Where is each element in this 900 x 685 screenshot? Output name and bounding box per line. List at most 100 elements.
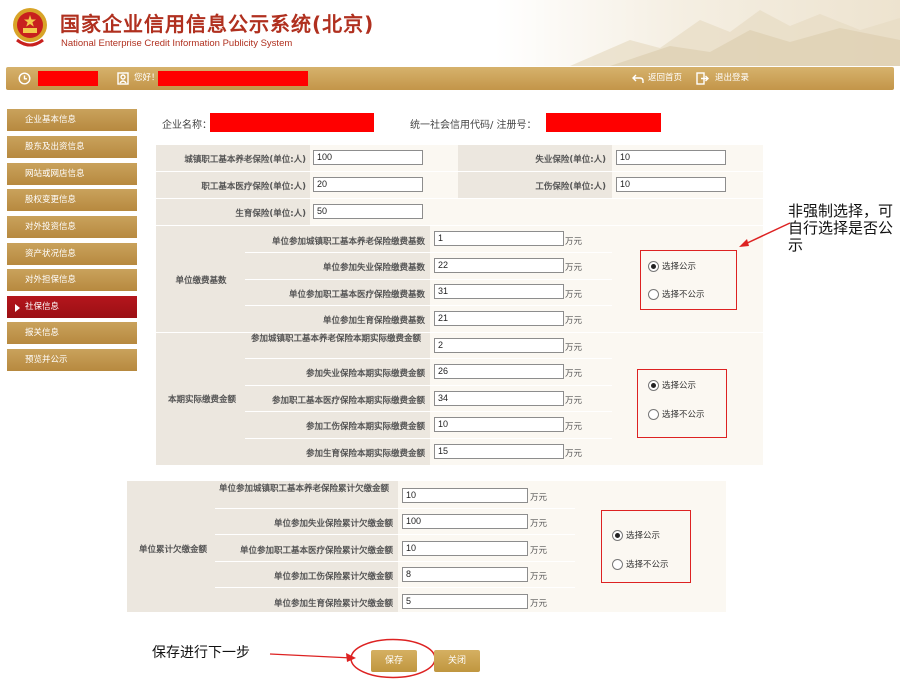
base-medical-label: 单位参加职工基本医疗保险缴费基数 [288, 290, 425, 300]
radio-label: 选择不公示 [662, 410, 705, 420]
radio-label: 选择公示 [662, 262, 697, 272]
save-button[interactable]: 保存 [371, 650, 417, 672]
arrears-pension-label: 单位参加城镇职工基本养老保险累计欠缴金额 [218, 484, 389, 494]
sidebar-item-website[interactable]: 网站或网店信息 [7, 163, 137, 186]
maternity-insured-label: 生育保险(单位:人) [235, 209, 306, 219]
actual-injury-input[interactable]: 10 [434, 417, 564, 432]
credit-code-label: 统一社会信用代码/ 注册号： [410, 120, 537, 131]
injury-insured-label: 工伤保险(单位:人) [535, 182, 606, 192]
actual-publish-option[interactable]: 选择公示 [648, 379, 696, 391]
actual-unpublish-option[interactable]: 选择不公示 [648, 408, 705, 420]
arrears-unemployment-label: 单位参加失业保险累计欠缴金额 [273, 519, 393, 529]
actual-pension-input[interactable]: 2 [434, 338, 564, 353]
annotation-save-note: 保存进行下一步 [152, 645, 250, 661]
radio-selected-icon[interactable] [648, 380, 659, 391]
sidebar-item-basic-info[interactable]: 企业基本信息 [7, 109, 137, 132]
pension-insured-input[interactable]: 100 [313, 150, 423, 165]
sidebar-item-assets[interactable]: 资产状况信息 [7, 243, 137, 266]
unit-label: 万元 [565, 263, 583, 273]
logout-icon[interactable] [696, 72, 709, 85]
unemployment-insured-input[interactable]: 10 [616, 150, 726, 165]
arrears-maternity-input[interactable]: 5 [402, 594, 528, 609]
system-subtitle: National Enterprise Credit Information P… [61, 38, 293, 49]
actual-unemployment-input[interactable]: 26 [434, 364, 564, 379]
arrears-unpublish-option[interactable]: 选择不公示 [612, 558, 669, 570]
sidebar-item-preview-publish[interactable]: 预览并公示 [7, 349, 137, 372]
logout-link[interactable]: 退出登录 [715, 67, 749, 90]
base-maternity-input[interactable]: 21 [434, 311, 564, 326]
injury-insured-input[interactable]: 10 [616, 177, 726, 192]
actual-medical-input[interactable]: 34 [434, 391, 564, 406]
base-unemployment-label: 单位参加失业保险缴费基数 [322, 263, 425, 273]
actual-injury-label: 参加工伤保险本期实际缴费金额 [305, 422, 425, 432]
national-emblem-icon [13, 8, 47, 47]
top-toolbar: 您好！ 返回首页 退出登录 [6, 67, 894, 90]
mountain-background [570, 10, 900, 66]
site-header: 国家企业信用信息公示系统(北京) National Enterprise Cre… [0, 0, 900, 66]
radio-label: 选择公示 [662, 381, 697, 391]
sidebar-item-investment[interactable]: 对外投资信息 [7, 216, 137, 239]
unit-label: 万元 [565, 316, 583, 326]
row-divider [245, 358, 612, 359]
annotation-box-arrears [601, 510, 691, 583]
radio-unselected-icon[interactable] [648, 289, 659, 300]
actual-maternity-input[interactable]: 15 [434, 444, 564, 459]
row-divider [215, 587, 575, 588]
greeting-text: 您好！ [134, 73, 160, 83]
radio-unselected-icon[interactable] [612, 559, 623, 570]
insured-empty-cell [458, 198, 763, 225]
sidebar-item-social-security[interactable]: 社保信息 [7, 296, 137, 319]
user-icon [117, 72, 129, 85]
base-medical-input[interactable]: 31 [434, 284, 564, 299]
redacted-company-name [210, 113, 374, 132]
arrears-unemployment-input[interactable]: 100 [402, 514, 528, 529]
unit-label: 万元 [565, 422, 583, 432]
unit-label: 万元 [530, 546, 548, 556]
radio-selected-icon[interactable] [612, 530, 623, 541]
base-group-label: 单位缴费基数 [175, 276, 227, 286]
actual-medical-label: 参加职工基本医疗保险本期实际缴费金额 [271, 396, 425, 406]
sidebar-item-customs[interactable]: 报关信息 [7, 322, 137, 345]
sidebar-item-equity-change[interactable]: 股权变更信息 [7, 189, 137, 212]
redacted-username [158, 71, 308, 86]
redacted-timestamp [38, 71, 98, 86]
arrears-publish-option[interactable]: 选择公示 [612, 529, 660, 541]
arrears-medical-input[interactable]: 10 [402, 541, 528, 556]
unit-label: 万元 [530, 599, 548, 609]
radio-unselected-icon[interactable] [648, 409, 659, 420]
base-pension-input[interactable]: 1 [434, 231, 564, 246]
unit-label: 万元 [565, 290, 583, 300]
unit-label: 万元 [565, 237, 583, 247]
medical-insured-input[interactable]: 20 [313, 177, 423, 192]
radio-label: 选择不公示 [626, 560, 669, 570]
arrears-medical-label: 单位参加职工基本医疗保险累计欠缴金额 [239, 546, 393, 556]
radio-selected-icon[interactable] [648, 261, 659, 272]
sidebar-item-guarantee[interactable]: 对外担保信息 [7, 269, 137, 292]
unemployment-insured-label: 失业保险(单位:人) [535, 155, 606, 165]
base-unemployment-input[interactable]: 22 [434, 258, 564, 273]
actual-group-label: 本期实际缴费金额 [167, 395, 236, 405]
row-divider [215, 508, 575, 509]
row-divider [156, 332, 763, 333]
unit-label: 万元 [530, 493, 548, 503]
unit-label: 万元 [565, 396, 583, 406]
arrears-injury-input[interactable]: 8 [402, 567, 528, 582]
arrears-injury-label: 单位参加工伤保险累计欠缴金额 [273, 572, 393, 582]
radio-label: 选择公示 [626, 531, 661, 541]
unit-label: 万元 [565, 369, 583, 379]
arrears-pension-input[interactable]: 10 [402, 488, 528, 503]
sidebar-item-shareholders[interactable]: 股东及出资信息 [7, 136, 137, 159]
unit-label: 万元 [565, 343, 583, 353]
clock-icon [18, 72, 31, 85]
return-home-icon[interactable] [632, 73, 644, 84]
base-publish-option[interactable]: 选择公示 [648, 260, 696, 272]
pension-insured-label: 城镇职工基本养老保险(单位:人) [184, 155, 306, 165]
close-button[interactable]: 关闭 [434, 650, 480, 672]
maternity-insured-input[interactable]: 50 [313, 204, 423, 219]
actual-maternity-label: 参加生育保险本期实际缴费金额 [305, 449, 425, 459]
row-divider [215, 534, 575, 535]
return-home-link[interactable]: 返回首页 [648, 67, 682, 90]
annotation-box-base [640, 250, 737, 310]
row-divider [245, 279, 612, 280]
base-unpublish-option[interactable]: 选择不公示 [648, 288, 705, 300]
